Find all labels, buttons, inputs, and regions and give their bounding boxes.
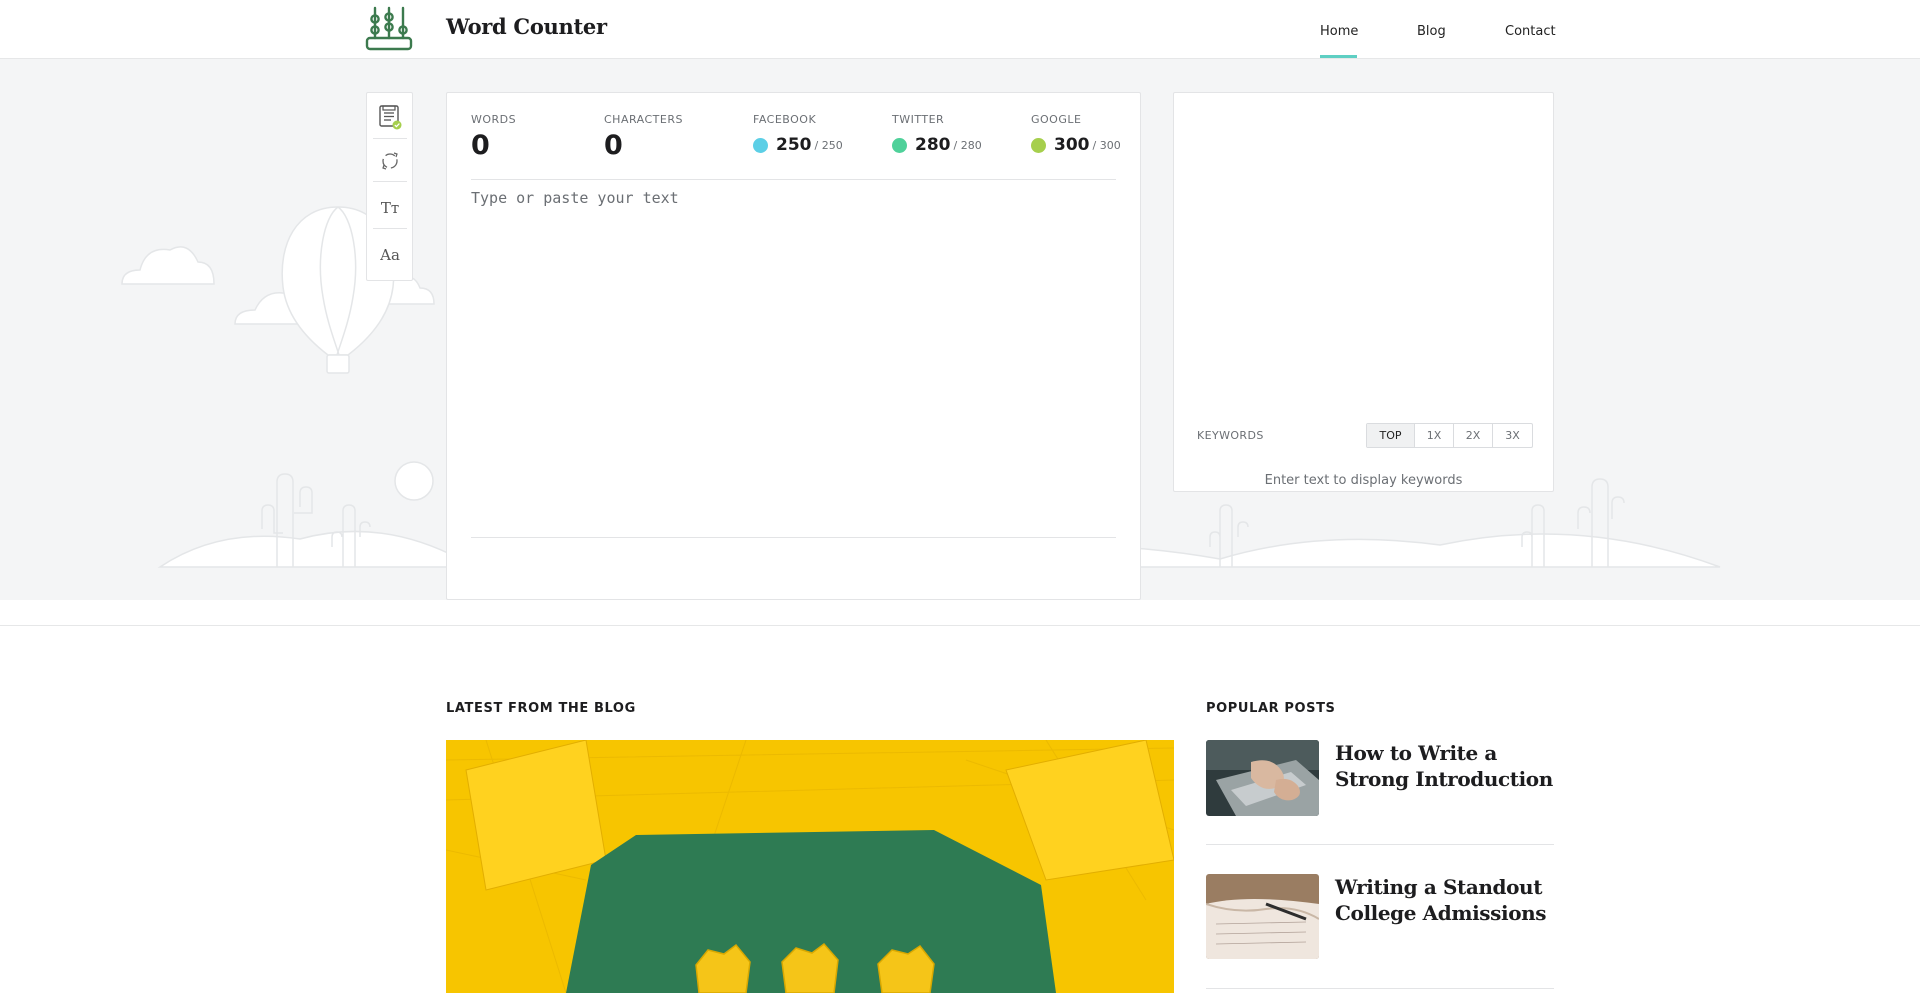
save-button[interactable]	[373, 97, 407, 139]
stat-facebook-limit: / 250	[814, 138, 843, 152]
tab-top[interactable]: TOP	[1367, 424, 1415, 447]
refresh-icon	[382, 151, 398, 170]
stat-words-label: WORDS	[471, 113, 517, 126]
stat-characters-label: CHARACTERS	[604, 113, 683, 126]
text-input[interactable]	[471, 189, 1116, 529]
keywords-label: KEYWORDS	[1197, 429, 1264, 442]
notebook-pen-image	[1206, 874, 1319, 959]
stat-twitter-limit: / 280	[953, 138, 982, 152]
tab-2x[interactable]: 2X	[1454, 424, 1493, 447]
text-size-icon: Tт	[380, 198, 400, 217]
editor-card: WORDS 0 CHARACTERS 0 FACEBOOK 250 / 250 …	[446, 92, 1141, 600]
section-divider	[0, 625, 1920, 626]
abacus-logo-icon[interactable]	[365, 6, 413, 52]
facebook-dot-icon	[753, 137, 768, 153]
stat-google-limit: / 300	[1092, 138, 1121, 152]
stats-divider	[471, 179, 1116, 180]
nav-contact[interactable]: Contact	[1505, 24, 1556, 39]
brand-title[interactable]: Word Counter	[446, 14, 607, 39]
stat-characters: CHARACTERS 0	[604, 113, 683, 161]
crumpled-paper-image	[446, 740, 1174, 993]
stat-characters-value: 0	[604, 130, 623, 161]
font-button[interactable]: Aa	[373, 234, 407, 276]
stat-facebook-value: 250	[776, 135, 812, 155]
popular-post-2-title[interactable]: Writing a Standout College Admissions	[1335, 874, 1555, 926]
popular-post-1-title[interactable]: How to Write a Strong Introduction	[1335, 740, 1555, 792]
latest-post-image[interactable]	[446, 740, 1174, 993]
stat-words: WORDS 0	[471, 113, 516, 161]
popular-post-separator-2	[1206, 988, 1554, 989]
latest-blog-title: LATEST FROM THE BLOG	[446, 701, 636, 716]
twitter-dot-icon	[892, 137, 907, 153]
stat-words-value: 0	[471, 130, 490, 161]
editor-bottom-divider	[471, 537, 1116, 538]
site-header: Word Counter Home Blog Contact	[0, 0, 1920, 59]
keywords-tabs: TOP 1X 2X 3X	[1366, 423, 1533, 448]
nav-active-indicator	[1320, 55, 1357, 58]
popular-posts-title: POPULAR POSTS	[1206, 701, 1336, 716]
stat-google-value: 300	[1054, 135, 1090, 155]
stat-twitter-value: 280	[915, 135, 951, 155]
keywords-card: KEYWORDS TOP 1X 2X 3X Enter text to disp…	[1173, 92, 1554, 492]
post-thumbnail-notebook[interactable]	[1206, 874, 1319, 959]
post-thumbnail-laptop[interactable]	[1206, 740, 1319, 816]
stat-google: GOOGLE 300 / 300	[1031, 113, 1121, 155]
nav-home[interactable]: Home	[1320, 24, 1358, 39]
popular-post-separator	[1206, 844, 1554, 845]
tab-3x[interactable]: 3X	[1493, 424, 1532, 447]
stat-google-label: GOOGLE	[1031, 113, 1082, 126]
stat-twitter-label: TWITTER	[892, 113, 945, 126]
text-size-button[interactable]: Tт	[373, 187, 407, 229]
keywords-empty-text: Enter text to display keywords	[1264, 473, 1463, 488]
stat-facebook: FACEBOOK 250 / 250	[753, 113, 843, 155]
google-dot-icon	[1031, 137, 1046, 153]
refresh-button[interactable]	[373, 140, 407, 182]
editor-toolbar: Tт Aa	[366, 92, 413, 281]
nav-blog[interactable]: Blog	[1417, 24, 1446, 39]
font-icon: Aa	[380, 246, 400, 264]
save-icon	[379, 104, 402, 129]
tab-1x[interactable]: 1X	[1415, 424, 1454, 447]
stat-twitter: TWITTER 280 / 280	[892, 113, 982, 155]
laptop-typing-image	[1206, 740, 1319, 816]
stat-facebook-label: FACEBOOK	[753, 113, 817, 126]
